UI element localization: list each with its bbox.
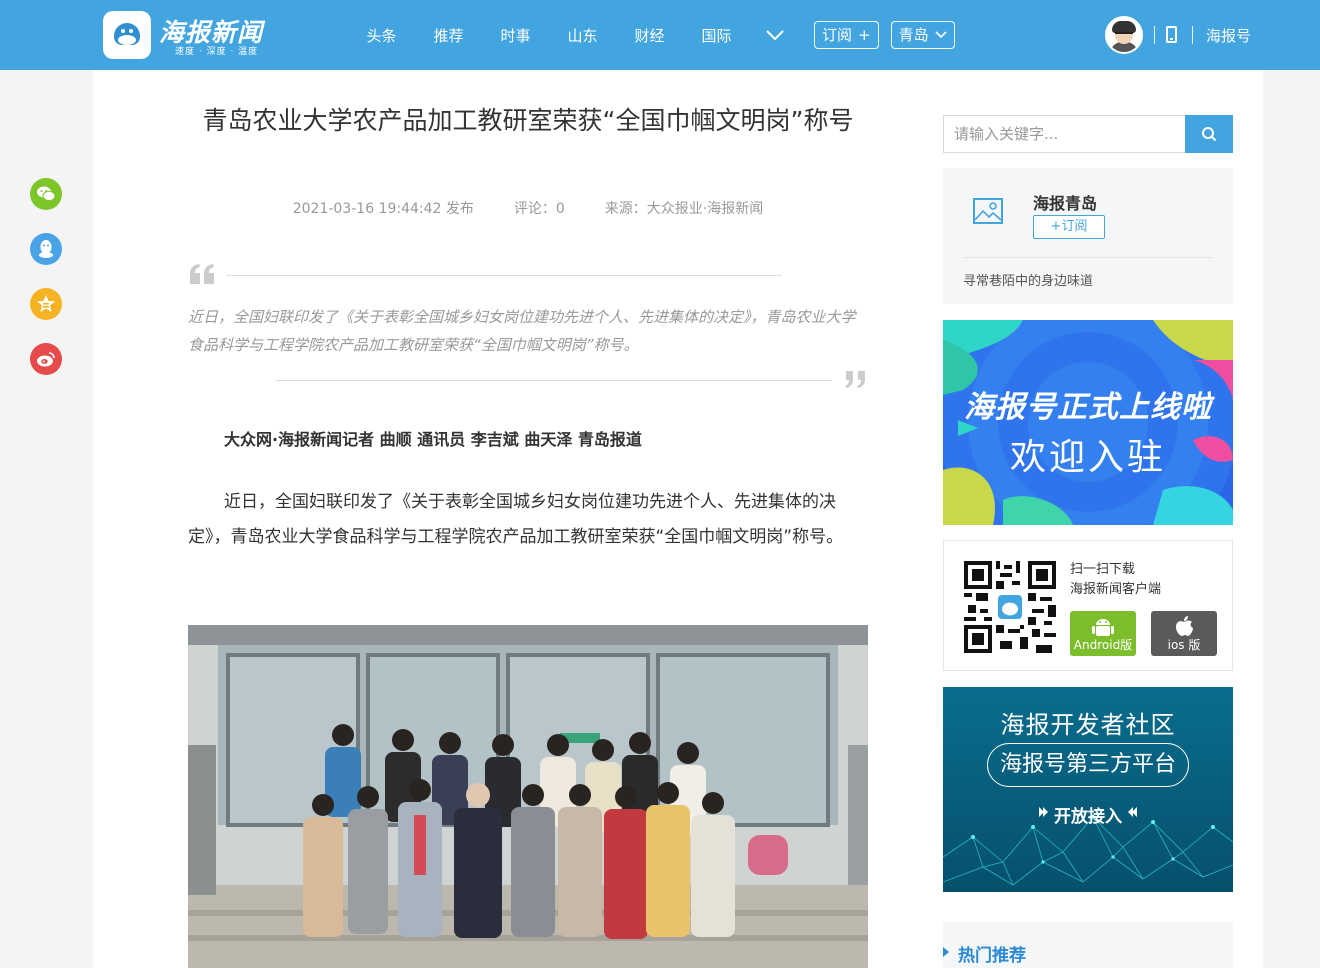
haibao-launch-banner[interactable]: 海报号正式上线啦 欢迎入驻 <box>943 320 1233 525</box>
divider <box>1154 26 1155 44</box>
subscribe-label: 订阅 <box>822 26 853 44</box>
quote-divider <box>226 275 782 276</box>
search-icon <box>1202 127 1217 142</box>
city-label: 青岛 <box>898 26 929 44</box>
open-access-label: 开放接入 <box>1054 807 1122 827</box>
share-weibo-button[interactable] <box>30 343 62 375</box>
search-button[interactable] <box>1185 115 1233 153</box>
qr-code <box>964 561 1056 653</box>
top-navbar: 海报新闻 速度 · 深度 · 温度 头条 推荐 时事 山东 财经 国际 订阅 +… <box>0 0 1320 70</box>
phone-icon[interactable] <box>1166 26 1177 43</box>
search-input[interactable] <box>944 116 1186 152</box>
quote-divider <box>276 380 832 381</box>
nav-item-finance[interactable]: 财经 <box>616 25 683 46</box>
nav-item-shandong[interactable]: 山东 <box>549 25 616 46</box>
article-meta: 2021-03-16 19:44:42 发布 评论：0 来源：大众报业·海报新闻 <box>188 198 868 218</box>
download-hint-2: 海报新闻客户端 <box>1070 582 1162 597</box>
channel-name[interactable]: 海报青岛 <box>1033 190 1097 214</box>
weibo-icon <box>37 352 55 367</box>
nav-item-recommend[interactable]: 推荐 <box>415 25 482 46</box>
developer-community-banner[interactable]: 海报开发者社区 海报号第三方平台 开放接入 <box>943 687 1233 892</box>
article-summary: 近日，全国妇联印发了《关于表彰全国城乡妇女岗位建功先进个人、先进集体的决定》，青… <box>188 308 856 354</box>
chevron-down-icon <box>935 31 947 39</box>
banner-title: 海报号正式上线啦 <box>964 390 1212 425</box>
quote-close-icon <box>845 371 865 388</box>
android-icon <box>1092 619 1114 636</box>
qzone-icon <box>37 295 55 312</box>
nav-item-current-affairs[interactable]: 时事 <box>482 25 549 46</box>
share-wechat-button[interactable] <box>30 178 62 210</box>
ios-label: ios 版 <box>1167 638 1201 652</box>
main-nav: 头条 推荐 时事 山东 财经 国际 订阅 + 青岛 <box>348 0 955 70</box>
comment-count[interactable]: 评论：0 <box>514 198 565 218</box>
nav-item-international[interactable]: 国际 <box>683 25 750 46</box>
app-download-card: 扫一扫下载 海报新闻客户端 Android版 ios 版 <box>943 540 1233 671</box>
banner-pill: 海报号第三方平台 <box>987 743 1189 787</box>
chevron-down-icon <box>766 30 784 40</box>
channel-description: 寻常巷陌中的身边味道 <box>963 274 1094 289</box>
wechat-icon <box>37 186 56 202</box>
banner-title: 海报开发者社区 <box>1000 711 1176 739</box>
android-download-button[interactable]: Android版 <box>1070 611 1136 656</box>
channel-subscribe-button[interactable]: +订阅 <box>1033 215 1105 239</box>
search-box <box>943 115 1233 153</box>
image-placeholder-icon <box>973 198 1003 224</box>
apple-icon <box>1176 616 1193 636</box>
nav-item-headline[interactable]: 头条 <box>348 25 415 46</box>
divider <box>1192 26 1193 44</box>
article-paragraph: 近日，全国妇联印发了《关于表彰全国城乡妇女岗位建功先进个人、先进集体的决定》，青… <box>188 492 844 547</box>
share-qzone-button[interactable] <box>30 288 62 320</box>
download-hint-1: 扫一扫下载 <box>1070 562 1136 577</box>
nav-more-button[interactable] <box>750 30 800 40</box>
subscribe-button[interactable]: 订阅 + <box>814 21 879 49</box>
triangle-right-icon <box>943 947 949 957</box>
hot-recommend-section: 热门推荐 <box>943 922 1233 968</box>
channel-card: 海报青岛 +订阅 寻常巷陌中的身边味道 <box>943 168 1233 304</box>
qq-icon <box>39 240 53 258</box>
logo-slogan: 速度 · 深度 · 温度 <box>175 47 259 57</box>
banner-subtitle: 欢迎入驻 <box>1009 437 1166 478</box>
user-avatar[interactable] <box>1105 16 1143 54</box>
share-qq-button[interactable] <box>30 233 62 265</box>
city-select[interactable]: 青岛 <box>890 21 955 49</box>
android-label: Android版 <box>1073 638 1133 652</box>
site-logo[interactable]: 海报新闻 速度 · 深度 · 温度 <box>103 11 273 59</box>
seal-logo-icon <box>103 11 151 59</box>
hot-recommend-title: 热门推荐 <box>958 946 1026 966</box>
article-title: 青岛农业大学农产品加工教研室荣获“全国巾帼文明岗”称号 <box>202 106 854 135</box>
article-source: 来源：大众报业·海报新闻 <box>604 201 764 217</box>
quote-open-icon <box>190 264 214 284</box>
ios-download-button[interactable]: ios 版 <box>1151 611 1217 656</box>
article-byline: 大众网·海报新闻记者 曲顺 通讯员 李吉斌 曲天泽 青岛报道 <box>224 430 642 449</box>
divider <box>963 257 1213 258</box>
article-photo <box>188 625 868 968</box>
haibao-account-link[interactable]: 海报号 <box>1206 25 1251 46</box>
publish-time: 2021-03-16 19:44:42 发布 <box>292 201 474 217</box>
plus-icon: + <box>858 26 871 44</box>
